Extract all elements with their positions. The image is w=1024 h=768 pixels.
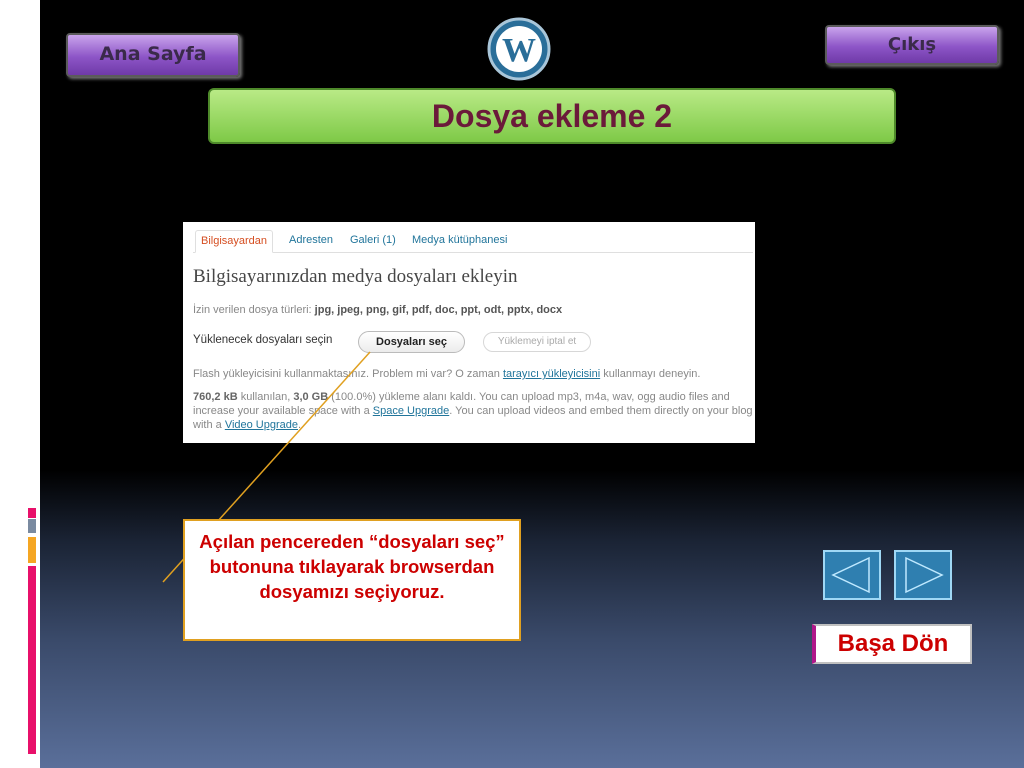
triangle-right-icon xyxy=(905,556,944,594)
select-files-label: Yüklenecek dosyaları seçin xyxy=(193,334,333,346)
decorative-bar-pink-top xyxy=(28,508,36,518)
usage-percent: (100.0%) xyxy=(331,391,376,403)
home-button[interactable]: Ana Sayfa xyxy=(66,33,240,77)
instruction-callout: Açılan pencereden “dosyaları seç” butonu… xyxy=(183,519,521,641)
video-upgrade-link[interactable]: Video Upgrade xyxy=(225,419,298,431)
upload-tabs: Bilgisayardan Adresten Galeri (1) Medya … xyxy=(193,230,753,253)
cancel-upload-button[interactable]: Yüklemeyi iptal et xyxy=(483,332,591,352)
choose-files-button[interactable]: Dosyaları seç xyxy=(358,331,465,353)
usage-end: . xyxy=(298,419,302,431)
upload-dialog-screenshot: Bilgisayardan Adresten Galeri (1) Medya … xyxy=(183,222,755,443)
usage-used: 760,2 kB xyxy=(193,391,238,403)
tab-media-library[interactable]: Medya kütüphanesi xyxy=(407,230,512,251)
wordpress-logo-icon: W xyxy=(487,17,551,81)
back-to-start-button[interactable]: Başa Dön xyxy=(812,624,972,664)
flash-text-start: Flash yükleyicisini kullanmaktasınız. Pr… xyxy=(193,368,500,380)
browser-uploader-link[interactable]: tarayıcı yükleyicisini xyxy=(503,368,600,380)
decorative-bar-orange xyxy=(28,537,36,563)
upload-heading: Bilgisayarınızdan medya dosyaları ekleyi… xyxy=(193,266,518,287)
usage-free: 3,0 GB xyxy=(293,391,329,403)
storage-usage-note: 760,2 kB kullanılan, 3,0 GB (100.0%) yük… xyxy=(193,390,753,432)
flash-uploader-note: Flash yükleyicisini kullanmaktasınız. Pr… xyxy=(193,368,700,380)
allowed-prefix: İzin verilen dosya türleri: xyxy=(193,304,312,316)
wordpress-logo-letter: W xyxy=(502,32,536,69)
decorative-bar-pink xyxy=(28,566,36,754)
tab-from-url[interactable]: Adresten xyxy=(284,230,338,251)
slide-title: Dosya ekleme 2 xyxy=(208,88,896,144)
allowed-types-list: jpg, jpeg, png, gif, pdf, doc, ppt, odt,… xyxy=(314,304,563,316)
next-slide-button[interactable] xyxy=(894,550,952,600)
tab-from-computer[interactable]: Bilgisayardan xyxy=(195,230,274,253)
space-upgrade-link[interactable]: Space Upgrade xyxy=(373,405,449,417)
flash-text-end: kullanmayı deneyin. xyxy=(603,368,701,380)
triangle-left-icon xyxy=(831,556,870,594)
decorative-bar-gray xyxy=(28,519,36,533)
tab-gallery[interactable]: Galeri (1) xyxy=(345,230,401,251)
usage-text-1: kullanılan, xyxy=(240,391,291,403)
allowed-file-types: İzin verilen dosya türleri: jpg, jpeg, p… xyxy=(193,304,562,316)
exit-button[interactable]: Çıkış xyxy=(825,25,999,65)
previous-slide-button[interactable] xyxy=(823,550,881,600)
